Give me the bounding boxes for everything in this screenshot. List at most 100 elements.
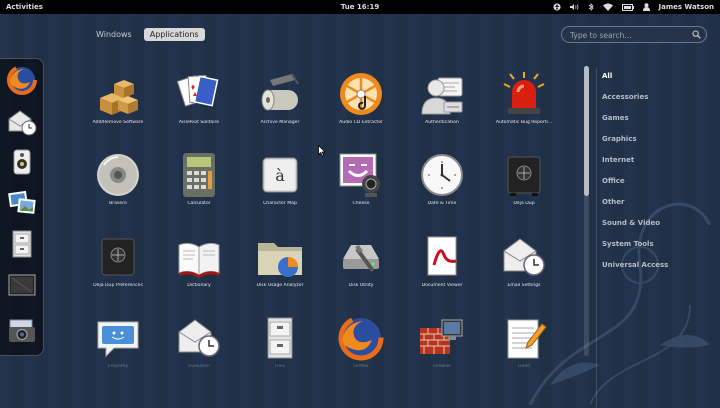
category-system-tools[interactable]: System Tools — [602, 240, 654, 248]
app-dictionary[interactable]: Dictionary — [159, 233, 239, 288]
search-icon — [692, 30, 701, 39]
app-gedit[interactable]: Gedit — [484, 314, 564, 369]
app-label: Dictionary — [187, 283, 211, 288]
app-authentication[interactable]: Authentication — [402, 70, 482, 125]
app-label: Empathy — [107, 364, 129, 369]
app-add-remove-software[interactable]: Add/Remove Software — [78, 70, 158, 125]
app-automatic-bug-reporting[interactable]: Automatic Bug Reporti... — [484, 70, 564, 125]
app-calculator[interactable]: Calculator — [159, 151, 239, 206]
mail-clock-icon[interactable] — [6, 105, 38, 137]
clock-icon — [421, 154, 463, 196]
chat-bubble-icon — [97, 321, 139, 358]
search-box[interactable] — [561, 26, 707, 43]
app-label: Email Settings — [507, 283, 541, 288]
dash — [0, 58, 44, 356]
app-files[interactable]: Files — [240, 314, 320, 369]
app-deja-dup-preferences[interactable]: Déjà Dup Preferences — [78, 233, 158, 288]
app-label: Gedit — [517, 364, 531, 369]
app-document-viewer[interactable]: Document Viewer — [402, 233, 482, 288]
app-label: Disk Usage Analyzer — [256, 283, 304, 288]
app-cheese[interactable]: Cheese — [321, 151, 401, 206]
category-office[interactable]: Office — [602, 177, 625, 185]
app-disk-utility[interactable]: Disk Utility — [321, 233, 401, 288]
system-tray: James Watson — [552, 0, 714, 14]
category-internet[interactable]: Internet — [602, 156, 634, 164]
disk-usage-icon — [258, 243, 302, 277]
volume-icon[interactable] — [569, 3, 579, 11]
app-label: Evolution — [188, 364, 210, 369]
app-date-time[interactable]: Date & Time — [402, 151, 482, 206]
category-games[interactable]: Games — [602, 114, 629, 122]
app-aisleriot-solitaire[interactable]: AisleRiot Solitaire — [159, 70, 239, 125]
disk-utility-icon — [343, 245, 379, 273]
safe-preferences-icon — [101, 238, 135, 276]
text-editor-icon — [507, 319, 547, 359]
network-wifi-icon[interactable] — [602, 3, 613, 11]
tab-windows[interactable]: Windows — [90, 28, 138, 41]
app-label: Character Map — [263, 201, 297, 206]
top-bar: Activities Tue 16:19 James Watson — [0, 0, 720, 14]
app-label: Audio CD Extractor — [339, 120, 383, 125]
app-label: Add/Remove Software — [92, 120, 144, 125]
app-grid-scrollbar[interactable] — [584, 66, 589, 356]
firefox-icon — [338, 315, 384, 361]
app-email-settings[interactable]: Email Settings — [484, 233, 564, 288]
app-label: Brasero — [109, 201, 127, 206]
activities-button[interactable]: Activities — [6, 0, 43, 14]
app-audio-cd-extractor[interactable]: Audio CD Extractor — [321, 70, 401, 125]
search-input[interactable] — [568, 28, 692, 43]
app-brasero[interactable]: Brasero — [78, 151, 158, 206]
app-firewall[interactable]: Firewall — [402, 314, 482, 369]
user-menu[interactable]: James Watson — [659, 0, 714, 14]
app-archive-manager[interactable]: Archive Manager — [240, 70, 320, 125]
category-sound-video[interactable]: Sound & Video — [602, 219, 660, 227]
screen-icon[interactable] — [6, 269, 38, 301]
authentication-icon — [421, 77, 463, 115]
app-character-map[interactable]: à Character Map — [240, 151, 320, 206]
category-all[interactable]: All — [602, 72, 612, 80]
playing-cards-icon — [176, 74, 219, 107]
app-label: Archive Manager — [260, 120, 300, 125]
calculator-icon — [183, 153, 215, 197]
firefox-icon[interactable] — [6, 64, 38, 96]
disc-icon — [97, 154, 139, 196]
app-empathy[interactable]: Empathy — [78, 314, 158, 369]
app-evolution[interactable]: Evolution — [159, 314, 239, 369]
photos-icon[interactable] — [6, 187, 38, 219]
app-label: Automatic Bug Reporti... — [495, 120, 553, 125]
app-label: Files — [274, 364, 286, 369]
tab-applications[interactable]: Applications — [143, 28, 205, 41]
app-disk-usage-analyzer[interactable]: Disk Usage Analyzer — [240, 233, 320, 288]
app-label: Date & Time — [427, 201, 457, 206]
firewall-icon — [420, 319, 463, 354]
category-other[interactable]: Other — [602, 198, 624, 206]
category-graphics[interactable]: Graphics — [602, 135, 637, 143]
app-label: Déjà Dup — [513, 201, 535, 206]
app-deja-dup[interactable]: Déjà Dup — [484, 151, 564, 206]
scrollbar-thumb[interactable] — [584, 66, 589, 196]
safe-icon — [507, 156, 541, 196]
app-label: Firefox — [353, 364, 369, 369]
screenshot-camera-icon[interactable] — [6, 315, 38, 347]
alarm-beacon-icon — [503, 72, 545, 114]
category-universal-access[interactable]: Universal Access — [602, 261, 668, 269]
audio-cd-icon — [340, 73, 382, 115]
app-label: Authentication — [425, 120, 459, 125]
accessibility-icon[interactable] — [552, 3, 561, 11]
app-label: Document Viewer — [421, 283, 463, 288]
bluetooth-icon[interactable] — [588, 3, 594, 11]
email-settings-icon — [503, 238, 545, 276]
file-cabinet-icon[interactable] — [6, 228, 38, 260]
battery-icon[interactable] — [621, 3, 634, 11]
app-firefox[interactable]: Firefox — [321, 314, 401, 369]
user-icon — [642, 3, 650, 11]
mouse-cursor-icon — [318, 145, 326, 157]
webcam-icon — [339, 153, 380, 197]
archive-roller-icon — [261, 73, 299, 111]
app-label: AisleRiot Solitaire — [178, 120, 220, 125]
speaker-icon[interactable] — [6, 146, 38, 178]
app-label: Calculator — [187, 201, 211, 206]
app-label: Disk Utility — [348, 283, 374, 288]
category-accessories[interactable]: Accessories — [602, 93, 648, 101]
app-label: Déjà Dup Preferences — [93, 283, 143, 288]
